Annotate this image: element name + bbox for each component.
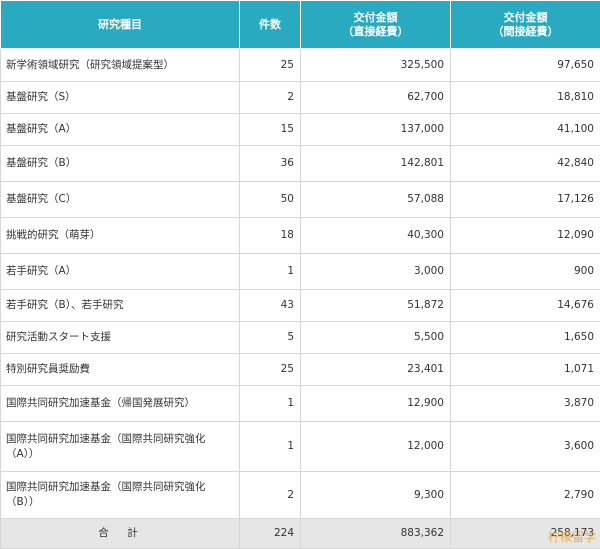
- row-name: 新学術領域研究（研究領域提案型）: [1, 49, 240, 82]
- header-indirect-line1: 交付金額: [504, 11, 548, 24]
- row-direct: 51,872: [301, 290, 451, 322]
- row-name: 研究活動スタート支援: [1, 322, 240, 354]
- row-indirect: 41,100: [451, 114, 600, 146]
- table-row: 若手研究（A） 1 3,000 900: [1, 254, 600, 290]
- row-count: 2: [240, 82, 301, 114]
- table-row: 基盤研究（A） 15 137,000 41,100: [1, 114, 600, 146]
- row-name: 基盤研究（A）: [1, 114, 240, 146]
- row-name: 挑戦的研究（萌芽）: [1, 218, 240, 254]
- table-row: 研究活動スタート支援 5 5,500 1,650: [1, 322, 600, 354]
- row-indirect: 17,126: [451, 182, 600, 218]
- table-row: 若手研究（B）、若手研究 43 51,872 14,676: [1, 290, 600, 322]
- row-count: 15: [240, 114, 301, 146]
- row-count: 50: [240, 182, 301, 218]
- row-direct: 23,401: [301, 354, 451, 386]
- table-row: 基盤研究（C） 50 57,088 17,126: [1, 182, 600, 218]
- row-indirect: 12,090: [451, 218, 600, 254]
- header-indirect-line2: （間接経費）: [493, 25, 559, 38]
- table-row: 基盤研究（B） 36 142,801 42,840: [1, 146, 600, 182]
- table-row: 特別研究員奨励費 25 23,401 1,071: [1, 354, 600, 386]
- row-direct: 5,500: [301, 322, 451, 354]
- row-direct: 12,900: [301, 386, 451, 422]
- row-name: 国際共同研究加速基金（国際共同研究強化（A））: [1, 422, 240, 472]
- row-count: 1: [240, 422, 301, 472]
- row-count: 5: [240, 322, 301, 354]
- total-count: 224: [240, 519, 301, 549]
- row-indirect: 97,650: [451, 49, 600, 82]
- table-row: 国際共同研究加速基金（国際共同研究強化（B）） 2 9,300 2,790: [1, 472, 600, 519]
- row-count: 18: [240, 218, 301, 254]
- row-direct: 57,088: [301, 182, 451, 218]
- watermark: 柠檬留学: [548, 528, 596, 545]
- row-name: 若手研究（A）: [1, 254, 240, 290]
- row-name: 若手研究（B）、若手研究: [1, 290, 240, 322]
- row-count: 43: [240, 290, 301, 322]
- table-row: 国際共同研究加速基金（帰国発展研究） 1 12,900 3,870: [1, 386, 600, 422]
- table-row: 基盤研究（S） 2 62,700 18,810: [1, 82, 600, 114]
- row-indirect: 1,071: [451, 354, 600, 386]
- row-direct: 12,000: [301, 422, 451, 472]
- row-indirect: 3,600: [451, 422, 600, 472]
- header-direct-line1: 交付金額: [354, 11, 398, 24]
- grants-table: 研究種目 件数 交付金額 （直接経費） 交付金額 （間接経費） 新学術領域研究（…: [0, 0, 600, 549]
- row-direct: 325,500: [301, 49, 451, 82]
- row-indirect: 2,790: [451, 472, 600, 519]
- row-count: 2: [240, 472, 301, 519]
- row-count: 1: [240, 386, 301, 422]
- row-name: 基盤研究（S）: [1, 82, 240, 114]
- row-name: 特別研究員奨励費: [1, 354, 240, 386]
- table-row: 新学術領域研究（研究領域提案型） 25 325,500 97,650: [1, 49, 600, 82]
- row-direct: 3,000: [301, 254, 451, 290]
- row-name: 国際共同研究加速基金（帰国発展研究）: [1, 386, 240, 422]
- row-count: 25: [240, 354, 301, 386]
- row-name: 基盤研究（C）: [1, 182, 240, 218]
- header-count: 件数: [240, 1, 301, 49]
- total-direct: 883,362: [301, 519, 451, 549]
- row-count: 25: [240, 49, 301, 82]
- row-count: 36: [240, 146, 301, 182]
- total-row: 合 計 224 883,362 258,173: [1, 519, 600, 549]
- row-indirect: 18,810: [451, 82, 600, 114]
- row-name: 基盤研究（B）: [1, 146, 240, 182]
- row-direct: 142,801: [301, 146, 451, 182]
- table-row: 国際共同研究加速基金（国際共同研究強化（A）） 1 12,000 3,600: [1, 422, 600, 472]
- row-direct: 40,300: [301, 218, 451, 254]
- row-indirect: 14,676: [451, 290, 600, 322]
- row-indirect: 900: [451, 254, 600, 290]
- row-indirect: 3,870: [451, 386, 600, 422]
- table-row: 挑戦的研究（萌芽） 18 40,300 12,090: [1, 218, 600, 254]
- total-label: 合 計: [1, 519, 240, 549]
- header-indirect: 交付金額 （間接経費）: [451, 1, 600, 49]
- row-direct: 62,700: [301, 82, 451, 114]
- header-direct-line2: （直接経費）: [343, 25, 409, 38]
- row-indirect: 42,840: [451, 146, 600, 182]
- header-category: 研究種目: [1, 1, 240, 49]
- header-direct: 交付金額 （直接経費）: [301, 1, 451, 49]
- row-indirect: 1,650: [451, 322, 600, 354]
- row-name: 国際共同研究加速基金（国際共同研究強化（B））: [1, 472, 240, 519]
- header-row: 研究種目 件数 交付金額 （直接経費） 交付金額 （間接経費）: [1, 1, 600, 49]
- row-direct: 137,000: [301, 114, 451, 146]
- row-count: 1: [240, 254, 301, 290]
- row-direct: 9,300: [301, 472, 451, 519]
